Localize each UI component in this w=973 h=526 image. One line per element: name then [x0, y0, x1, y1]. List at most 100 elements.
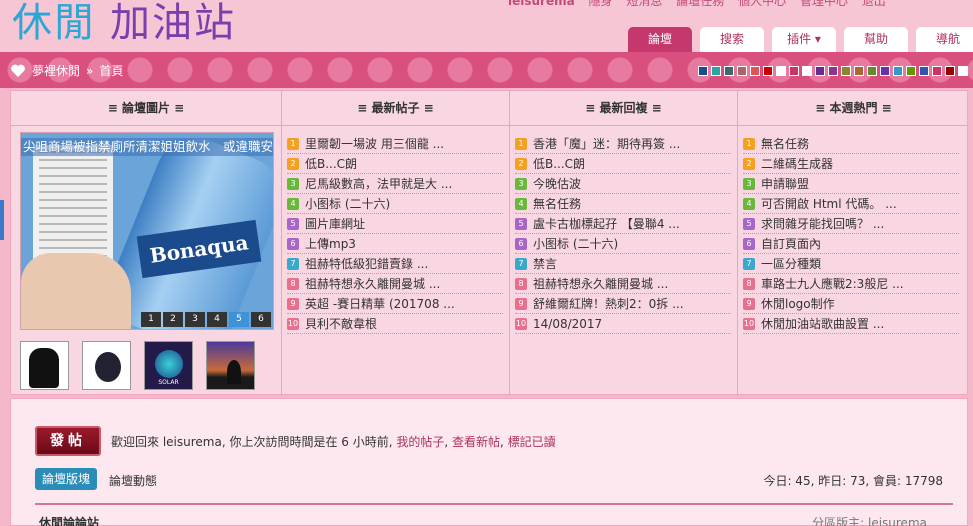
- list-item[interactable]: 9 英超 -賽日精華 (201708 ...: [287, 294, 503, 314]
- theme-swatch[interactable]: [802, 66, 812, 76]
- image-slideshow[interactable]: Bonaqua 尖咀商場被指禁廁所清潔姐姐飲水 或違職安條 123456: [20, 132, 274, 330]
- list-item[interactable]: 3 申請聯盟: [743, 174, 959, 194]
- slide-page-button[interactable]: 6: [251, 312, 271, 327]
- list-item[interactable]: 1 里爾韌一場波 用三個龍 ...: [287, 134, 503, 154]
- list-item-title: 求問雜牙能找回嗎？ ...: [761, 216, 885, 231]
- list-item[interactable]: 2 低B...C朗: [287, 154, 503, 174]
- tab-help[interactable]: 幫助: [844, 27, 908, 52]
- view-new-posts-link[interactable]: 查看新帖: [452, 435, 500, 449]
- list-item-title: 自訂頁面內: [761, 236, 822, 251]
- tasks-link[interactable]: 論壇任務: [676, 0, 724, 8]
- list-item[interactable]: 8 祖赫特想永久離開曼城 ...: [287, 274, 503, 294]
- list-item[interactable]: 4 小图标 (二十六): [287, 194, 503, 214]
- slide-page-button[interactable]: 3: [185, 312, 205, 327]
- theme-swatch[interactable]: [854, 66, 864, 76]
- list-item[interactable]: 9 舒維爾紅牌！熱刺2：0拆 ...: [515, 294, 731, 314]
- rank-badge: 5: [515, 217, 527, 230]
- theme-swatch[interactable]: [906, 66, 916, 76]
- list-item-title: 二維碼生成器: [761, 156, 834, 171]
- mark-read-link[interactable]: 標記已讀: [508, 435, 556, 449]
- site-logo[interactable]: 休閒 加油站: [12, 0, 236, 46]
- thumbnail[interactable]: [82, 341, 131, 390]
- list-item[interactable]: 8 車路士九人應戰2:3般尼 ...: [743, 274, 959, 294]
- thumbnail[interactable]: [20, 341, 69, 390]
- list-item[interactable]: 3 今晚估波: [515, 174, 731, 194]
- list-item[interactable]: 6 上傳mp3: [287, 234, 503, 254]
- tab-forum[interactable]: 論壇: [628, 27, 692, 52]
- left-edge-marker: [0, 200, 4, 240]
- invisible-link[interactable]: 隱身: [589, 0, 613, 8]
- list-item-title: 可否開啟 Html 代碼。 ...: [761, 196, 897, 211]
- breadcrumb-site[interactable]: 夢裡休閒: [32, 62, 80, 79]
- thumbnail[interactable]: SOLAR: [144, 341, 193, 390]
- theme-swatch[interactable]: [958, 66, 968, 76]
- list-item[interactable]: 8 祖赫特想永久離開曼城 ...: [515, 274, 731, 294]
- list-item[interactable]: 3 尼馬級數高，法甲就是大 ...: [287, 174, 503, 194]
- admin-link[interactable]: 管理中心: [800, 0, 848, 8]
- list-item[interactable]: 7 禁言: [515, 254, 731, 274]
- slide-hand: [21, 253, 131, 329]
- list-item[interactable]: 7 一區分種類: [743, 254, 959, 274]
- theme-swatch[interactable]: [841, 66, 851, 76]
- theme-swatch[interactable]: [724, 66, 734, 76]
- user-link[interactable]: leisurema: [508, 0, 575, 8]
- theme-swatch[interactable]: [880, 66, 890, 76]
- theme-swatch[interactable]: [867, 66, 877, 76]
- latest-posts-list: 1 里爾韌一場波 用三個龍 ... 2 低B...C朗 3 尼馬級數高，法甲就是大 ...…: [287, 134, 503, 334]
- list-item[interactable]: 7 祖赫特低級犯錯賣錄 ...: [287, 254, 503, 274]
- slide-page-button[interactable]: 1: [141, 312, 161, 327]
- tab-navigation[interactable]: 導航: [916, 27, 973, 52]
- section-title[interactable]: 休閒論論站: [39, 514, 99, 526]
- theme-swatch[interactable]: [776, 66, 786, 76]
- list-item-title: 無名任務: [761, 136, 810, 151]
- list-item[interactable]: 5 求問雜牙能找回嗎？ ...: [743, 214, 959, 234]
- slide-caption[interactable]: 尖咀商場被指禁廁所清潔姐姐飲水 或違職安條: [21, 138, 273, 156]
- latest-replies-list: 1 香港「魔」迷：期待再簽 ... 2 低B...C朗 3 今晚估波 4 無名任務 5 盧卡古枷標…: [515, 134, 731, 334]
- rank-badge: 6: [743, 237, 755, 250]
- list-item[interactable]: 4 無名任務: [515, 194, 731, 214]
- tab-forum-sections[interactable]: 論壇版塊: [35, 468, 97, 490]
- tab-plugins[interactable]: 插件 ▾: [772, 27, 836, 52]
- slide-page-button[interactable]: 2: [163, 312, 183, 327]
- rank-badge: 1: [743, 137, 755, 150]
- list-item[interactable]: 6 小图标 (二十六): [515, 234, 731, 254]
- list-item-title: 禁言: [533, 256, 558, 271]
- breadcrumb-page[interactable]: 首頁: [99, 62, 123, 79]
- slide-page-button[interactable]: 5: [229, 312, 249, 327]
- logout-link[interactable]: 退出: [862, 0, 886, 8]
- theme-swatch[interactable]: [932, 66, 942, 76]
- list-item[interactable]: 5 盧卡古枷標起孖 【曼聯4 ...: [515, 214, 731, 234]
- list-item[interactable]: 6 自訂頁面內: [743, 234, 959, 254]
- thumbnail[interactable]: [206, 341, 255, 390]
- slide-page-button[interactable]: 4: [207, 312, 227, 327]
- tab-search[interactable]: 搜索: [700, 27, 764, 52]
- theme-swatch[interactable]: [815, 66, 825, 76]
- theme-swatch[interactable]: [919, 66, 929, 76]
- theme-swatch[interactable]: [893, 66, 903, 76]
- theme-swatch[interactable]: [711, 66, 721, 76]
- list-item[interactable]: 2 低B...C朗: [515, 154, 731, 174]
- portal-panel: ≡ 論壇圖片 ≡ ≡ 最新帖子 ≡ ≡ 最新回複 ≡ ≡ 本週熱門 ≡ Bona…: [10, 90, 969, 396]
- list-item[interactable]: 5 圖片庫網址: [287, 214, 503, 234]
- list-item[interactable]: 2 二維碼生成器: [743, 154, 959, 174]
- theme-swatch[interactable]: [789, 66, 799, 76]
- theme-swatch[interactable]: [750, 66, 760, 76]
- my-posts-link[interactable]: 我的帖子: [396, 435, 444, 449]
- list-item[interactable]: 1 無名任務: [743, 134, 959, 154]
- theme-swatch[interactable]: [945, 66, 955, 76]
- theme-swatch[interactable]: [763, 66, 773, 76]
- list-item[interactable]: 10 14/08/2017: [515, 314, 731, 334]
- list-item[interactable]: 1 香港「魔」迷：期待再簽 ...: [515, 134, 731, 154]
- messages-link[interactable]: 短消息: [626, 0, 662, 8]
- theme-swatch[interactable]: [737, 66, 747, 76]
- list-item[interactable]: 9 休閒logo制作: [743, 294, 959, 314]
- profile-link[interactable]: 個人中心: [738, 0, 786, 8]
- list-item[interactable]: 4 可否開啟 Html 代碼。 ...: [743, 194, 959, 214]
- tab-forum-activity[interactable]: 論壇動態: [109, 472, 157, 489]
- rank-badge: 5: [287, 217, 299, 230]
- new-post-button[interactable]: 發帖: [35, 426, 101, 456]
- theme-swatch[interactable]: [698, 66, 708, 76]
- theme-swatch[interactable]: [828, 66, 838, 76]
- list-item[interactable]: 10 貝利不敵韋根: [287, 314, 503, 334]
- list-item[interactable]: 10 休閒加油站歌曲設置 ...: [743, 314, 959, 334]
